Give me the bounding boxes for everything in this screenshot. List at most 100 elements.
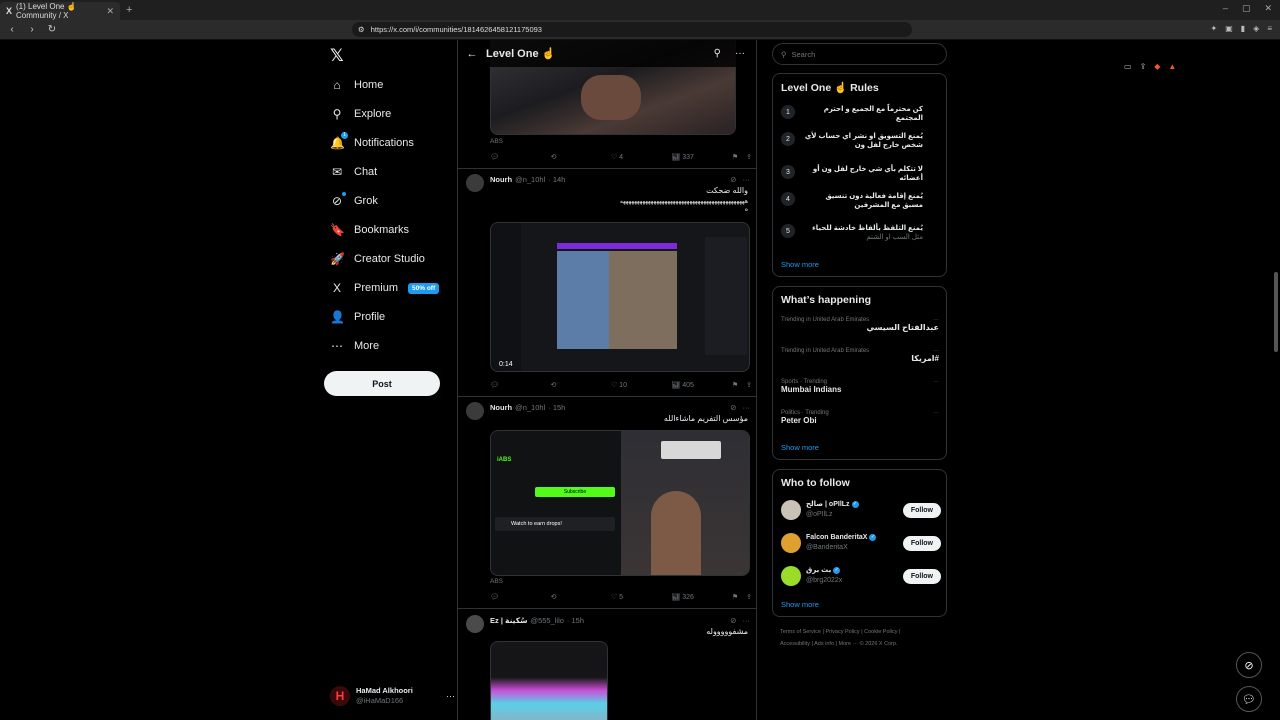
post-button[interactable]: Post	[324, 371, 440, 396]
author-name[interactable]: Nourh	[490, 175, 512, 184]
menu-icon[interactable]: ≡	[1267, 24, 1272, 33]
author-handle[interactable]: @n_10hl	[515, 175, 545, 184]
close-window-icon[interactable]: ✕	[1264, 3, 1272, 14]
cast-icon[interactable]: ▭	[1124, 62, 1132, 71]
follow-suggestion[interactable]: Falcon BanderitaX ✓ @BanderitaX Follow	[781, 531, 941, 555]
share-icon[interactable]: ⇪	[1140, 62, 1147, 71]
reload-icon[interactable]: ↻	[44, 24, 60, 35]
page-scrollbar[interactable]	[1274, 272, 1278, 352]
url-field[interactable]: ⚙ https://x.com/i/communities/1814626458…	[352, 22, 1176, 71]
leo-icon[interactable]: ◈	[1253, 24, 1259, 33]
follow-suggestion[interactable]: بث برق ✓ @brg2022x Follow	[781, 564, 941, 588]
more-icon[interactable]: ···	[933, 410, 939, 416]
grok-icon[interactable]: ⊘	[730, 175, 736, 184]
views-button[interactable]: 📊︎ 337	[671, 153, 731, 161]
footer-line[interactable]: Terms of Service | Privacy Policy | Cook…	[780, 626, 945, 638]
like-button[interactable]: ♡ 4	[611, 153, 671, 161]
more-icon[interactable]: ···	[933, 379, 939, 385]
repost-icon[interactable]: ⟲	[550, 153, 610, 161]
brave-shield-icon[interactable]: ◆	[1154, 62, 1160, 71]
divider	[458, 396, 756, 397]
nav-premium[interactable]: X Premium 50% off	[330, 278, 440, 298]
follow-button[interactable]: Follow	[902, 535, 941, 551]
trend-item[interactable]: Trending in United Arab Emirates ··· عبدا…	[781, 317, 939, 332]
follow-suggestion[interactable]: صالح | oPIlLz ✓ @oPIlLz Follow	[781, 498, 941, 522]
nav-creator-studio[interactable]: 🚀 Creator Studio	[330, 249, 425, 269]
tweet-time[interactable]: · 15h	[567, 616, 584, 625]
chat-fab-icon[interactable]: 💬︎	[1236, 686, 1262, 712]
bookmark-icon[interactable]: ⚑	[732, 153, 738, 161]
browser-tab[interactable]: X (1) Level One ☝️ Community / X ✕	[0, 2, 120, 20]
x-premium-icon: X	[332, 281, 341, 295]
views-button[interactable]: 📊︎ 405	[671, 381, 731, 389]
more-icon[interactable]: ···	[446, 691, 455, 701]
author-handle[interactable]: @n_10hl	[515, 403, 545, 412]
brave-rewards-icon[interactable]: ▲	[1168, 62, 1176, 71]
show-more-link[interactable]: Show more	[781, 260, 819, 269]
nav-grok[interactable]: ⊘ Grok	[330, 191, 378, 211]
nav-more[interactable]: ⋯ More	[330, 336, 379, 356]
tweet-video[interactable]: 0:14	[490, 222, 750, 372]
more-icon[interactable]: ···	[743, 616, 751, 625]
search-icon[interactable]: ⚲	[714, 48, 721, 59]
author-name[interactable]: Ez | سُكينة	[490, 616, 527, 625]
views-button[interactable]: 📊︎ 326	[671, 593, 731, 601]
share-icon[interactable]: ⇪	[746, 381, 752, 389]
tweet-time[interactable]: · 14h	[548, 175, 565, 184]
nav-home[interactable]: ⌂ Home	[330, 75, 383, 95]
follow-button[interactable]: Follow	[902, 568, 941, 584]
nav-notifications[interactable]: 🔔 1 Notifications	[330, 132, 414, 153]
subscribe-button[interactable]: Subscribe	[535, 487, 615, 497]
nav-profile[interactable]: 👤 Profile	[330, 307, 385, 327]
avatar[interactable]	[466, 402, 484, 420]
forward-arrow-icon[interactable]: ›	[24, 24, 40, 35]
back-arrow-icon[interactable]: ←	[458, 48, 486, 60]
grok-fab-icon[interactable]: ⊘	[1236, 652, 1262, 678]
nav-bookmarks[interactable]: 🔖 Bookmarks	[330, 220, 409, 240]
bookmark-icon[interactable]: ⚑	[732, 593, 738, 601]
like-button[interactable]: ♡ 5	[611, 593, 671, 601]
author-name[interactable]: Nourh	[490, 403, 512, 412]
extensions-icon[interactable]: ✦	[1211, 24, 1218, 33]
repost-icon[interactable]: ⟲	[550, 593, 610, 601]
x-logo-icon[interactable]: 𝕏	[330, 46, 344, 66]
grok-icon[interactable]: ⊘	[730, 403, 736, 412]
close-tab-icon[interactable]: ✕	[106, 6, 114, 17]
wallet-icon[interactable]: ▣	[1225, 24, 1233, 33]
trend-item[interactable]: Sports · Trending ··· Mumbai Indians	[781, 379, 939, 394]
avatar[interactable]	[466, 615, 484, 633]
grok-icon[interactable]: ⊘	[730, 616, 736, 625]
search-input[interactable]: ⚲ Search	[772, 43, 947, 65]
sidebar-icon[interactable]: ▮	[1241, 24, 1245, 33]
like-button[interactable]: ♡ 10	[611, 381, 671, 389]
tweet-image[interactable]	[490, 641, 608, 720]
reply-icon[interactable]: 💬︎	[490, 153, 550, 161]
bookmark-icon[interactable]: ⚑	[732, 381, 738, 389]
avatar[interactable]	[466, 174, 484, 192]
footer-line[interactable]: Accessibility | Ads info | More ··· © 20…	[780, 638, 945, 650]
trend-item[interactable]: Trending in United Arab Emirates ··· #امر…	[781, 348, 939, 363]
site-info-icon[interactable]: ⚙	[358, 25, 365, 34]
reply-icon[interactable]: 💬︎	[490, 593, 550, 601]
follow-button[interactable]: Follow	[902, 502, 941, 518]
minimize-icon[interactable]: –	[1223, 3, 1228, 14]
more-icon[interactable]: ···	[735, 48, 745, 59]
reply-icon[interactable]: 💬︎	[490, 381, 550, 389]
maximize-icon[interactable]: ▢	[1242, 3, 1251, 14]
more-icon[interactable]: ···	[743, 403, 751, 412]
author-handle[interactable]: @555_lilo	[530, 616, 563, 625]
new-tab-button[interactable]: +	[126, 4, 132, 16]
repost-icon[interactable]: ⟲	[550, 381, 610, 389]
nav-explore[interactable]: ⚲ Explore	[330, 104, 392, 124]
more-icon[interactable]: ···	[743, 175, 751, 184]
back-arrow-icon[interactable]: ‹	[4, 24, 20, 35]
nav-chat[interactable]: ✉ Chat	[330, 162, 377, 182]
share-icon[interactable]: ⇪	[746, 593, 752, 601]
account-switcher[interactable]: H HaMad Alkhoori @iHaMaD166 ···	[330, 684, 455, 708]
trend-item[interactable]: Politics · Trending ··· Peter Obi	[781, 410, 939, 425]
tweet-time[interactable]: · 15h	[548, 403, 565, 412]
tweet-image[interactable]: iABS Subscribe Watch to earn drops!	[490, 430, 750, 576]
show-more-link[interactable]: Show more	[781, 600, 819, 609]
show-more-link[interactable]: Show more	[781, 443, 819, 452]
share-icon[interactable]: ⇪	[746, 153, 752, 161]
